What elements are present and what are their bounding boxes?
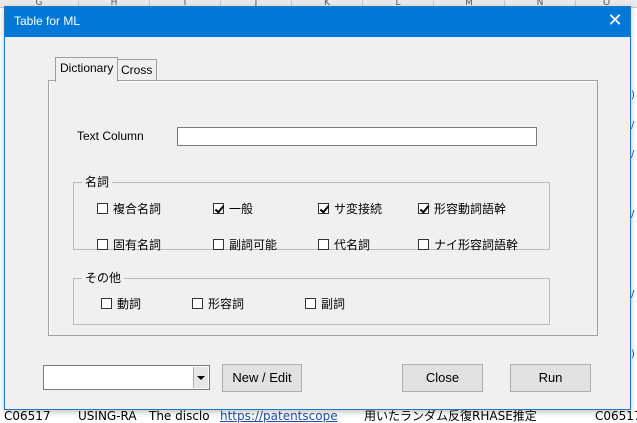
checkbox-label: ナイ形容詞語幹: [434, 238, 519, 252]
checkbox-compound-noun[interactable]: 複合名詞: [97, 200, 161, 217]
checkbox-nai-adjective-stem[interactable]: ナイ形容詞語幹: [418, 236, 518, 253]
dictionary-tab-panel: Text Column 名詞 複合名詞 一般 サ変接続 形容動詞語幹 固有名詞 …: [48, 80, 598, 336]
checkbox-box[interactable]: [418, 203, 429, 214]
checkbox-label: サ変接続: [334, 202, 383, 216]
table-for-ml-dialog: Table for ML ✕ Dictionary Cross Table Te…: [4, 6, 631, 410]
other-group: その他 動詞 形容詞 副詞: [73, 271, 550, 325]
title-bar[interactable]: Table for ML ✕: [5, 7, 630, 37]
checkbox-label: 副詞: [321, 297, 346, 311]
checkbox-adjective[interactable]: 形容詞: [192, 295, 244, 312]
sheet-cell: 用いたランダム反復RHASE推定: [364, 410, 537, 423]
sheet-cell-link[interactable]: https://patentscope: [220, 410, 360, 423]
checkbox-proper-noun[interactable]: 固有名詞: [97, 236, 161, 253]
chevron-down-icon: [197, 376, 205, 380]
checkbox-label: 複合名詞: [113, 202, 162, 216]
dropdown-button[interactable]: [193, 367, 208, 388]
sheet-cell: C06517: [4, 410, 51, 423]
checkbox-pronoun[interactable]: 代名詞: [318, 236, 370, 253]
sheet-cell-fragment: ): [631, 349, 635, 360]
sheet-cell-fragment: /: [631, 209, 635, 220]
sheet-cell-fragment: /: [631, 149, 635, 160]
noun-group: 名詞 複合名詞 一般 サ変接続 形容動詞語幹 固有名詞 副詞可能 代名詞 ナイ形…: [73, 175, 550, 253]
checkbox-box[interactable]: [97, 203, 108, 214]
tab-cross-table[interactable]: Cross Table: [116, 59, 158, 97]
checkbox-verb[interactable]: 動詞: [101, 295, 141, 312]
checkbox-box[interactable]: [192, 298, 203, 309]
text-column-input[interactable]: [177, 127, 537, 146]
checkbox-general[interactable]: 一般: [213, 200, 253, 217]
tab-dictionary[interactable]: Dictionary: [55, 57, 119, 82]
new-edit-button[interactable]: New / Edit: [222, 364, 302, 392]
checkbox-adjectival-noun-stem[interactable]: 形容動詞語幹: [418, 200, 506, 217]
group-title: その他: [82, 271, 125, 285]
dialog-title: Table for ML: [14, 14, 81, 28]
sheet-cell: C06517: [595, 410, 637, 423]
sheet-cell: The disclo: [149, 410, 210, 423]
checkbox-label: 副詞可能: [229, 238, 278, 252]
group-title: 名詞: [82, 175, 113, 189]
checkbox-adverbial-possible[interactable]: 副詞可能: [213, 236, 277, 253]
checkbox-box[interactable]: [101, 298, 112, 309]
checkbox-box[interactable]: [418, 239, 429, 250]
checkbox-label: 形容動詞語幹: [434, 202, 507, 216]
checkbox-label: 固有名詞: [113, 238, 162, 252]
checkbox-label: 形容詞: [208, 297, 245, 311]
sheet-cell-fragment: /: [631, 289, 635, 300]
text-column-label: Text Column: [77, 129, 144, 143]
checkbox-sahen-connection[interactable]: サ変接続: [318, 200, 382, 217]
sheet-cell: USING-RA: [78, 410, 137, 423]
run-button[interactable]: Run: [510, 364, 591, 392]
checkbox-adverb[interactable]: 副詞: [305, 295, 345, 312]
close-button[interactable]: Close: [402, 364, 483, 392]
sheet-cell-fragment: ): [631, 90, 635, 101]
dictionary-select[interactable]: [43, 365, 210, 390]
checkbox-box[interactable]: [318, 203, 329, 214]
checkbox-box[interactable]: [213, 203, 224, 214]
checkbox-box[interactable]: [213, 239, 224, 250]
checkbox-box[interactable]: [318, 239, 329, 250]
close-icon[interactable]: ✕: [600, 7, 630, 37]
checkbox-box[interactable]: [97, 239, 108, 250]
sheet-cell-fragment: /: [631, 120, 635, 131]
checkbox-label: 代名詞: [334, 238, 371, 252]
checkbox-box[interactable]: [305, 298, 316, 309]
checkbox-label: 一般: [229, 202, 254, 216]
checkbox-label: 動詞: [117, 297, 142, 311]
